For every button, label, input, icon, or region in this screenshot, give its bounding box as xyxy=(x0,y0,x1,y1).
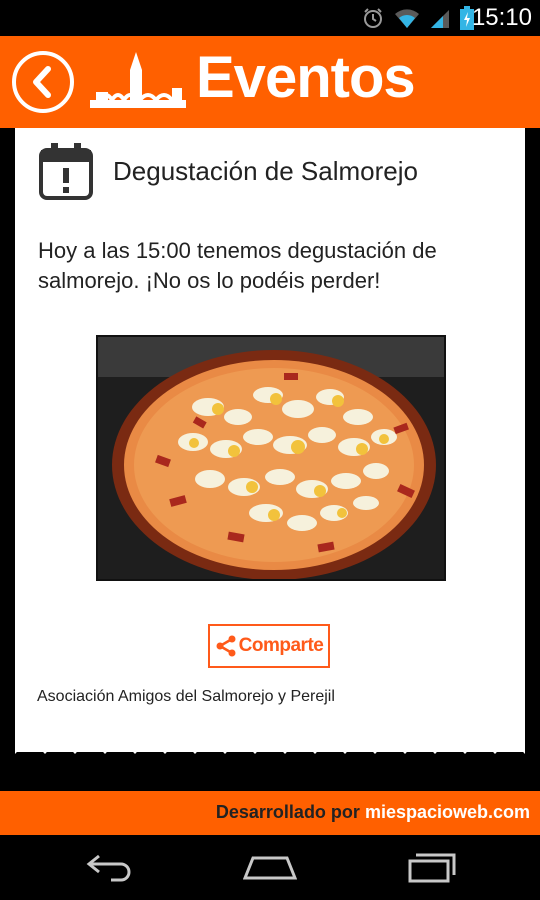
event-title: Degustación de Salmorejo xyxy=(113,155,418,186)
event-card: Degustación de Salmorejo Hoy a las 15:00… xyxy=(15,128,525,752)
developer-link[interactable]: miespacioweb.com xyxy=(365,802,530,822)
nav-recents-icon xyxy=(408,853,456,883)
system-nav-bar xyxy=(0,835,540,900)
salmorejo-photo xyxy=(98,337,444,579)
nav-back-button[interactable] xyxy=(70,847,150,887)
share-button[interactable]: Comparte xyxy=(208,624,330,668)
organizer: Asociación Amigos del Salmorejo y Pereji… xyxy=(37,688,335,705)
paper-torn-edge xyxy=(15,730,525,754)
header-bar: Eventos xyxy=(0,36,540,128)
nav-home-button[interactable] xyxy=(230,847,310,887)
page-title: Eventos xyxy=(196,45,416,110)
nav-recents-button[interactable] xyxy=(392,847,472,887)
signal-icon xyxy=(431,10,449,28)
event-description: Hoy a las 15:00 tenemos degustación de s… xyxy=(38,238,437,293)
status-bar: 15:10 xyxy=(0,0,540,36)
clock: 15:10 xyxy=(471,4,532,31)
wifi-icon xyxy=(395,9,419,28)
nav-home-icon xyxy=(243,856,297,880)
logo-icon xyxy=(90,52,186,108)
status-icons xyxy=(362,6,474,30)
nav-back-icon xyxy=(86,854,131,882)
event-header: Degustación de Salmorejo xyxy=(39,142,418,200)
footer-bar: Desarrollado por miespacioweb.com xyxy=(0,791,540,835)
event-photo xyxy=(96,335,446,581)
footer-credit: Desarrollado por miespacioweb.com xyxy=(216,802,530,823)
back-button[interactable] xyxy=(12,51,74,113)
back-icon xyxy=(33,66,51,98)
calendar-alert-icon xyxy=(39,143,93,200)
alarm-icon xyxy=(364,8,382,28)
share-icon xyxy=(216,635,236,657)
share-label: Comparte xyxy=(238,635,324,656)
footer-prefix: Desarrollado por xyxy=(215,802,365,822)
